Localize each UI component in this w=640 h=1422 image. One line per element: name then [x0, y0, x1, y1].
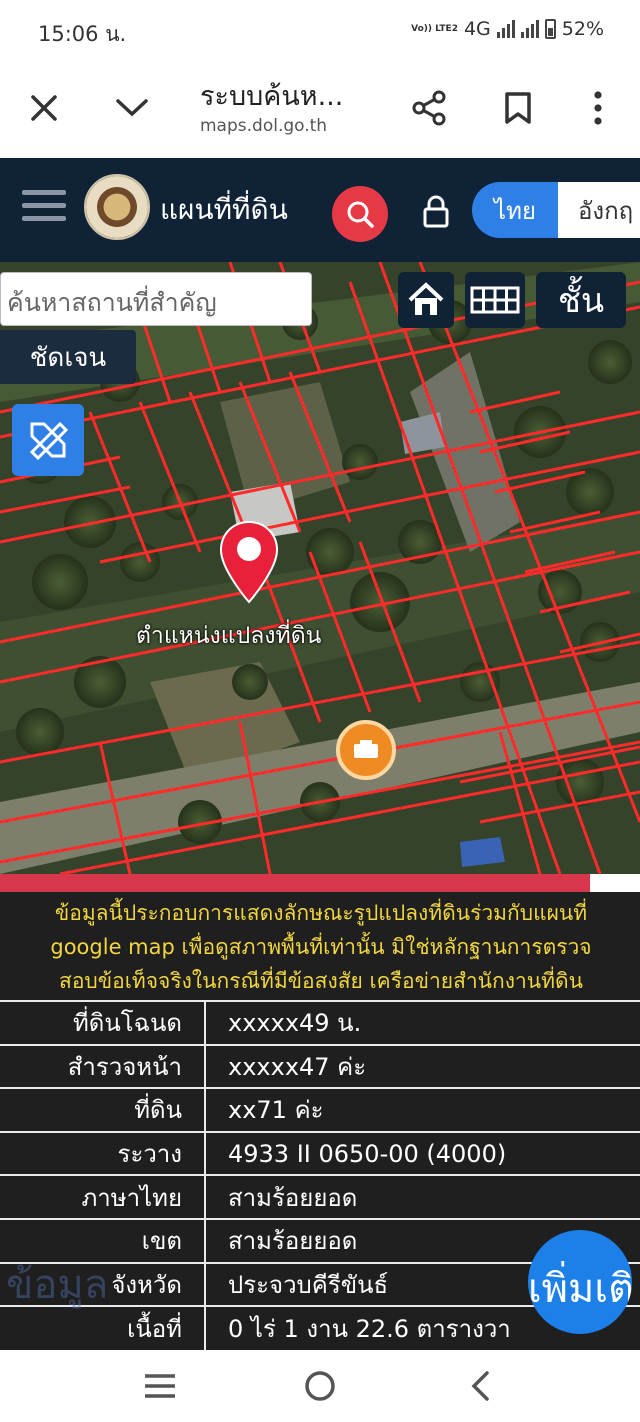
status-time: 15:06 น. — [38, 22, 127, 46]
row-value: สามร้อยยอด — [205, 1174, 640, 1219]
status-indicators: Vo)) LTE2 4G 52% — [411, 18, 604, 40]
table-row: ที่ดิน xx71 ค่ะ — [0, 1087, 640, 1132]
row-label: ภาษาไทย — [0, 1174, 206, 1219]
home-button[interactable] — [398, 272, 454, 328]
more-button-label: เพิ่มเติ — [528, 1266, 632, 1312]
disclaimer-text: ข้อมูลนี้ประกอบการแสดงลักษณะรูปแปลงที่ดิ… — [0, 892, 640, 1000]
back-icon[interactable] — [458, 1364, 502, 1408]
lang-thai-button[interactable]: ไทย — [472, 182, 558, 238]
signal-icon — [496, 20, 515, 38]
ruler-pencil-icon — [29, 421, 69, 461]
row-label: ที่ดิน — [0, 1087, 206, 1132]
volte-indicator: Vo)) LTE2 — [411, 23, 458, 34]
status-bar: 15:06 น. Vo)) LTE2 4G 52% — [0, 0, 640, 60]
more-button[interactable]: เพิ่มเติ — [528, 1230, 632, 1334]
browser-toolbar: ระบบค้นห... maps.dol.go.th — [0, 60, 640, 158]
app-title: แผนที่ที่ดิน — [160, 193, 288, 226]
menu-icon[interactable] — [22, 190, 66, 224]
disclaimer-line: ข้อมูลนี้ประกอบการแสดงลักษณะรูปแปลงที่ดิ… — [54, 901, 588, 925]
recent-apps-icon[interactable] — [138, 1364, 182, 1408]
home-nav-icon[interactable] — [298, 1364, 342, 1408]
lang-english-button[interactable]: อังกฤ — [558, 182, 640, 238]
table-row: ระวาง 4933 II 0650-00 (4000) — [0, 1130, 640, 1176]
system-nav-bar — [0, 1350, 640, 1422]
grid-button[interactable] — [465, 272, 525, 328]
layer-button[interactable]: ชั้น — [536, 272, 626, 328]
map-view[interactable]: ค้นหาสถานที่สำคัญ ชัดเจน ชั้น ตำแหน่งแปล… — [0, 262, 640, 874]
lock-icon[interactable] — [420, 194, 452, 230]
location-pin-icon[interactable] — [218, 520, 280, 604]
disclaimer-line: สอบข้อเท็จจริงในกรณีที่มีข้อสงสัย เครือข… — [59, 969, 583, 993]
row-label: สำรวจหน้า — [0, 1043, 206, 1089]
clear-button[interactable]: ชัดเจน — [0, 330, 136, 384]
divider — [590, 874, 640, 892]
row-value: 4933 II 0650-00 (4000) — [205, 1130, 640, 1176]
info-ghost-button[interactable]: ข้อมูล — [6, 1252, 108, 1316]
row-label: ที่ดินโฉนด — [0, 1000, 206, 1045]
poi-marker-icon[interactable] — [336, 720, 396, 780]
row-value: xx71 ค่ะ — [205, 1087, 640, 1132]
search-icon — [347, 201, 374, 228]
more-vert-icon[interactable] — [574, 84, 622, 132]
share-icon[interactable] — [405, 84, 453, 132]
close-icon[interactable] — [20, 84, 68, 132]
row-value: xxxxx47 ค่ะ — [205, 1043, 640, 1089]
table-row: สำรวจหน้า xxxxx47 ค่ะ — [0, 1043, 640, 1089]
department-logo — [84, 174, 150, 240]
chevron-down-icon[interactable] — [108, 84, 156, 132]
network-type: 4G — [463, 18, 491, 40]
battery-percent: 52% — [561, 18, 604, 40]
bookmark-icon[interactable] — [494, 84, 542, 132]
disclaimer-line: google map เพื่อดูสภาพพื้นที่เท่านั้น มิ… — [50, 935, 592, 959]
search-button[interactable] — [332, 186, 388, 242]
table-row: ภาษาไทย สามร้อยยอด — [0, 1174, 640, 1219]
draw-tool-button[interactable] — [12, 404, 84, 476]
page-url[interactable]: maps.dol.go.th — [200, 116, 327, 136]
signal-icon-2 — [520, 20, 539, 38]
landmark-search-input[interactable]: ค้นหาสถานที่สำคัญ — [0, 272, 312, 326]
row-value: xxxxx49 น. — [205, 1000, 640, 1045]
parcel-highlight-bar — [0, 874, 590, 892]
table-row: ที่ดินโฉนด xxxxx49 น. — [0, 1000, 640, 1045]
grid-icon — [470, 286, 520, 314]
app-header: แผนที่ที่ดิน ไทย อังกฤ — [0, 158, 640, 262]
pin-label: ตำแหน่งแปลงที่ดิน — [136, 623, 322, 649]
battery-icon — [544, 19, 556, 39]
language-toggle: ไทย อังกฤ — [472, 182, 640, 238]
row-label: ระวาง — [0, 1130, 206, 1176]
parcel-info-panel: ข้อมูลนี้ประกอบการแสดงลักษณะรูปแปลงที่ดิ… — [0, 892, 640, 1350]
home-icon — [408, 282, 444, 315]
page-title: ระบบค้นห... — [200, 81, 344, 112]
